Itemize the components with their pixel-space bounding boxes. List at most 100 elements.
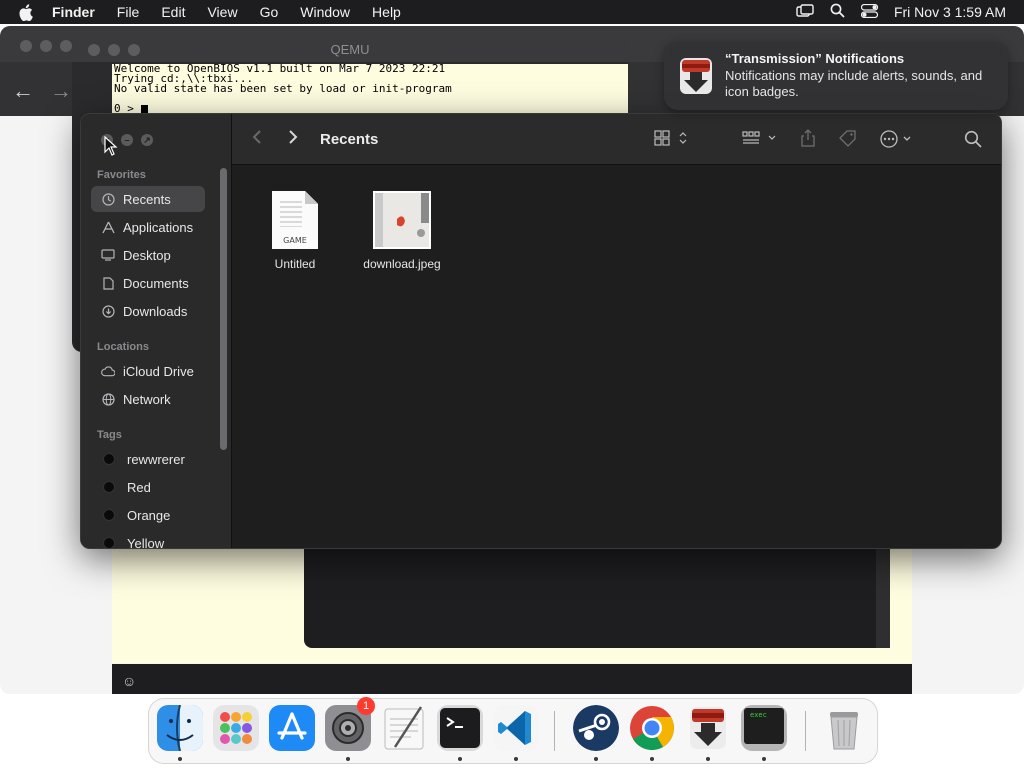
smiley-icon[interactable]: ☺ bbox=[122, 673, 136, 689]
trash-dock-icon[interactable] bbox=[821, 705, 867, 751]
sidebar-tag-yellow[interactable]: Yellow bbox=[91, 530, 205, 548]
document-icon bbox=[101, 276, 115, 290]
clock-icon bbox=[101, 192, 115, 206]
dock: 1 exec bbox=[148, 697, 878, 764]
sidebar-item-network[interactable]: Network bbox=[91, 386, 205, 412]
sidebar-item-label: Desktop bbox=[123, 247, 171, 263]
download-icon bbox=[101, 304, 115, 318]
minimize-button[interactable]: – bbox=[121, 134, 133, 146]
sidebar-item-applications[interactable]: Applications bbox=[91, 214, 205, 240]
menu-app-name[interactable]: Finder bbox=[52, 4, 95, 20]
dark-panel-scrollbar[interactable] bbox=[876, 548, 890, 648]
chrome-dock-icon[interactable] bbox=[629, 705, 675, 751]
sidebar-item-recents[interactable]: Recents bbox=[91, 186, 205, 212]
tag-dot-icon bbox=[103, 509, 115, 521]
sidebar-scrollbar[interactable] bbox=[220, 168, 227, 450]
menu-go[interactable]: Go bbox=[260, 4, 279, 20]
globe-icon bbox=[101, 392, 115, 406]
sidebar-item-label: Documents bbox=[123, 275, 189, 291]
notification-banner[interactable]: “Transmission” Notifications Notificatio… bbox=[664, 42, 1008, 110]
search-icon[interactable] bbox=[964, 130, 982, 148]
game-file-icon: GAME bbox=[272, 191, 318, 249]
tag-icon[interactable] bbox=[838, 130, 858, 148]
sidebar-item-desktop[interactable]: Desktop bbox=[91, 242, 205, 268]
fullscreen-button[interactable]: ↗ bbox=[141, 134, 153, 146]
tags-header: Tags bbox=[97, 429, 122, 441]
sidebar-item-label: Applications bbox=[123, 219, 194, 235]
back-chevron-icon[interactable] bbox=[252, 128, 262, 151]
app-store-dock-icon[interactable] bbox=[269, 705, 315, 751]
browser-back-icon[interactable]: ← bbox=[12, 78, 34, 104]
applications-icon bbox=[101, 220, 115, 234]
sidebar-item-downloads[interactable]: Downloads bbox=[91, 298, 205, 324]
control-center-icon[interactable] bbox=[860, 3, 879, 21]
view-mode-grid-icon[interactable] bbox=[654, 130, 688, 146]
notification-title: “Transmission” Notifications bbox=[725, 51, 905, 66]
image-thumbnail-icon bbox=[373, 191, 431, 249]
running-indicator bbox=[650, 757, 654, 761]
finder-dock-icon[interactable] bbox=[157, 705, 203, 751]
textedit-dock-icon[interactable] bbox=[381, 705, 427, 751]
finder-sidebar: × – ↗ Favorites Recents Applications Des… bbox=[81, 114, 232, 548]
locations-header: Locations bbox=[97, 341, 149, 353]
running-indicator bbox=[514, 757, 518, 761]
browser-window-controls[interactable] bbox=[20, 40, 72, 52]
menu-clock[interactable]: Fri Nov 3 1:59 AM bbox=[894, 4, 1006, 20]
sidebar-item-label: Recents bbox=[123, 191, 171, 207]
doc-fold bbox=[305, 191, 318, 204]
share-icon[interactable] bbox=[800, 128, 816, 148]
sidebar-item-label: Red bbox=[127, 479, 151, 495]
terminal-dock-icon[interactable] bbox=[437, 705, 483, 751]
qemu-window-controls[interactable] bbox=[88, 44, 140, 56]
sidebar-item-icloud-drive[interactable]: iCloud Drive bbox=[91, 358, 205, 384]
running-indicator bbox=[594, 757, 598, 761]
menu-help[interactable]: Help bbox=[372, 4, 401, 20]
menu-edit[interactable]: Edit bbox=[161, 4, 185, 20]
sidebar-item-documents[interactable]: Documents bbox=[91, 270, 205, 296]
notification-body: Notifications may include alerts, sounds… bbox=[725, 68, 983, 99]
exec-label: exec bbox=[750, 711, 767, 719]
status-strip: ☺ bbox=[112, 664, 912, 694]
sidebar-item-label: Orange bbox=[127, 507, 171, 523]
file-item-download-jpeg[interactable]: download.jpeg bbox=[347, 191, 457, 271]
steam-dock-icon[interactable] bbox=[573, 705, 619, 751]
transmission-icon bbox=[676, 56, 716, 96]
finder-content-area[interactable]: GAME Untitled download.jpeg bbox=[232, 165, 1001, 548]
launchpad-dock-icon[interactable] bbox=[213, 705, 259, 751]
spotlight-search-icon[interactable] bbox=[830, 3, 845, 21]
running-indicator bbox=[346, 757, 350, 761]
dock-separator bbox=[805, 711, 806, 751]
sidebar-item-label: rewwrerer bbox=[127, 451, 185, 467]
doc-lines bbox=[280, 201, 302, 227]
apple-menu-icon[interactable] bbox=[18, 3, 38, 21]
file-name: download.jpeg bbox=[363, 257, 441, 271]
screen-mirroring-icon[interactable] bbox=[796, 3, 814, 21]
forward-chevron-icon[interactable] bbox=[288, 128, 298, 151]
more-actions-icon[interactable] bbox=[880, 130, 916, 148]
menu-window[interactable]: Window bbox=[300, 4, 350, 20]
group-by-icon[interactable] bbox=[742, 130, 778, 146]
transmission-dock-icon[interactable] bbox=[685, 705, 731, 751]
browser-forward-icon[interactable]: → bbox=[50, 78, 72, 104]
running-indicator bbox=[458, 757, 462, 761]
sidebar-tag-red[interactable]: Red bbox=[91, 474, 205, 500]
tag-dot-icon bbox=[103, 537, 115, 548]
menu-bar: Finder File Edit View Go Window Help Fri… bbox=[0, 0, 1024, 24]
sidebar-item-label: Downloads bbox=[123, 303, 188, 319]
file-name: Untitled bbox=[274, 257, 316, 271]
tag-dot-icon bbox=[103, 481, 115, 493]
sidebar-item-label: Network bbox=[123, 391, 171, 407]
vscode-dock-icon[interactable] bbox=[493, 705, 539, 751]
sidebar-item-label: iCloud Drive bbox=[123, 363, 194, 379]
exec-dock-icon[interactable]: exec bbox=[741, 705, 787, 751]
menu-view[interactable]: View bbox=[207, 4, 237, 20]
sidebar-tag-rewwrerer[interactable]: rewwrerer bbox=[91, 446, 205, 472]
menu-file[interactable]: File bbox=[117, 4, 140, 20]
sidebar-tag-orange[interactable]: Orange bbox=[91, 502, 205, 528]
favorites-header: Favorites bbox=[97, 169, 146, 181]
cloud-icon bbox=[101, 364, 115, 378]
qemu-titlebar: QEMU bbox=[72, 38, 628, 62]
file-item-untitled[interactable]: GAME Untitled bbox=[240, 191, 350, 271]
finder-window-title: Recents bbox=[320, 131, 379, 148]
